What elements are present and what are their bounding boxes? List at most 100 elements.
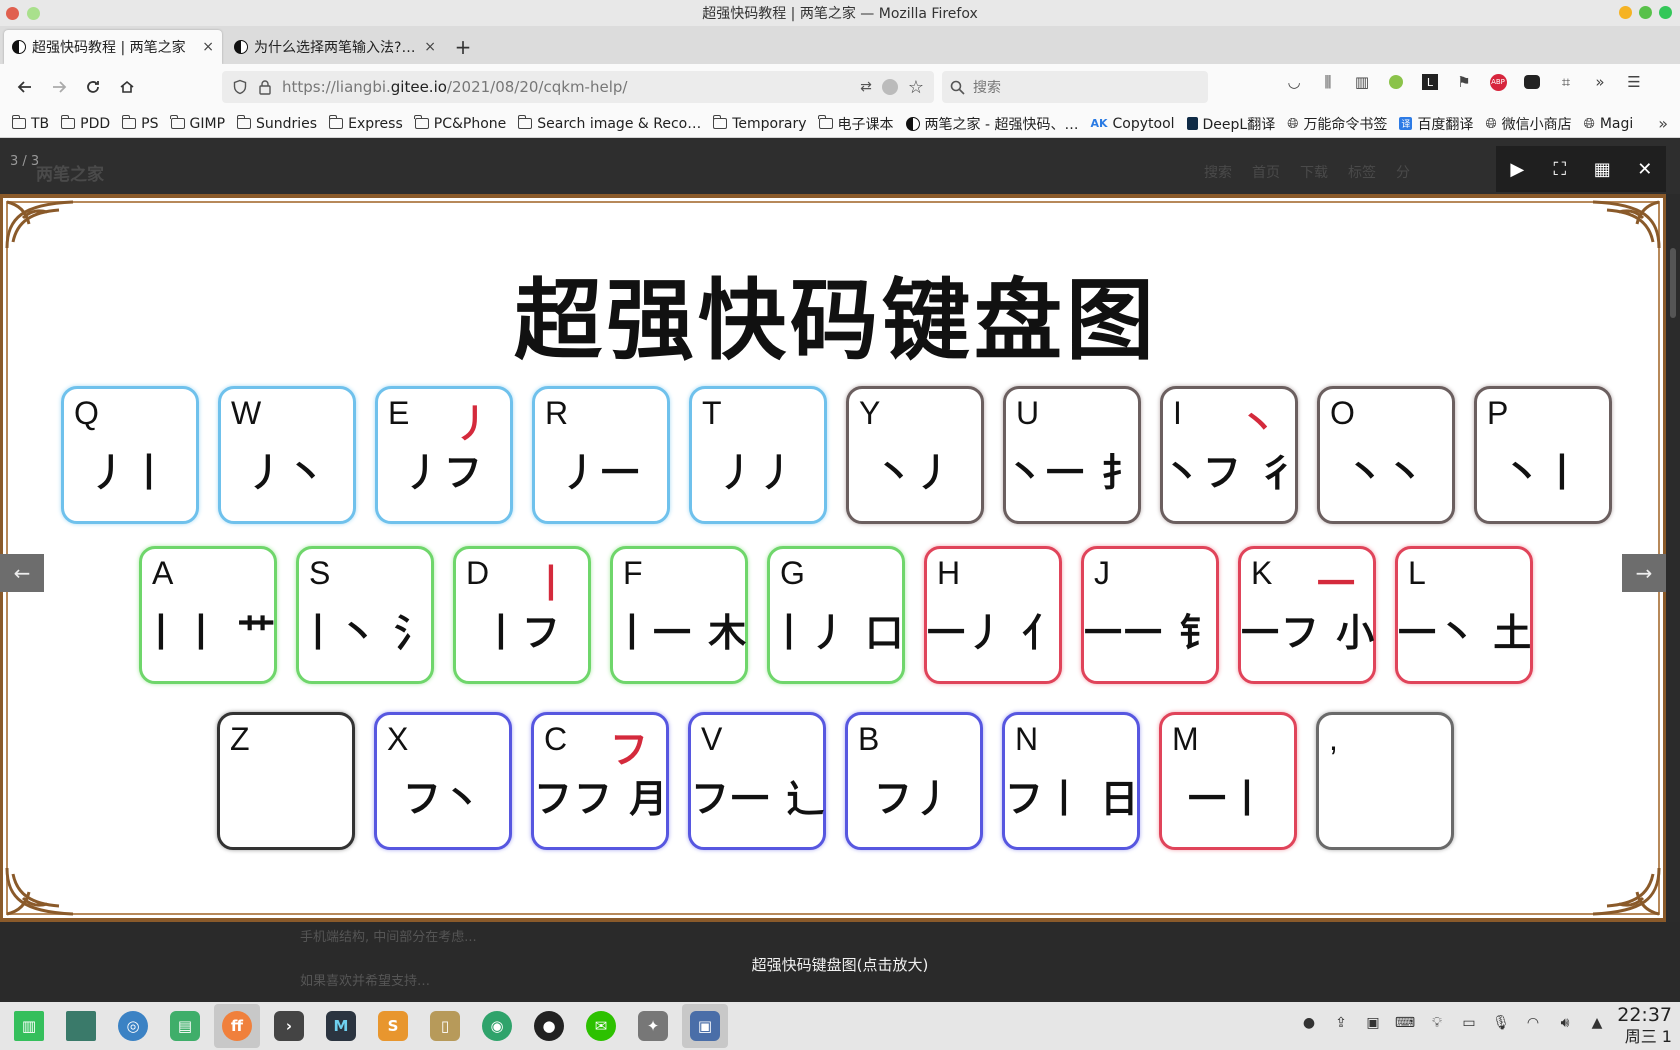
chromium-icon: ◎ [118, 1011, 148, 1041]
close-button[interactable] [1659, 6, 1672, 19]
extension-flag-icon[interactable]: ⚑ [1454, 72, 1474, 92]
key-letter: D [466, 555, 490, 591]
key-u: U 丶一 扌 [1003, 386, 1141, 524]
key-letter: Z [230, 721, 250, 757]
adblock-icon[interactable]: ABP [1488, 72, 1508, 92]
bookmarks-overflow-icon[interactable]: » [1658, 114, 1668, 133]
tray-expand-icon[interactable]: ▲ [1588, 1014, 1606, 1032]
bookmark-link[interactable]: 译百度翻译 [1399, 114, 1473, 134]
overflow-menu-icon[interactable]: » [1590, 72, 1610, 92]
pocket-icon[interactable]: ◡ [1284, 72, 1304, 92]
extension-mask-icon[interactable] [1522, 72, 1542, 92]
url-bar[interactable]: https://liangbi.gitee.io/2021/08/20/cqkm… [222, 71, 934, 103]
tab-why-liangbi[interactable]: 为什么选择两笔输入法? | 两 × [226, 30, 444, 64]
bookmark-link[interactable]: DeepL翻译 [1186, 114, 1275, 134]
thumbnails-grid-button[interactable]: ▦ [1587, 154, 1617, 184]
qq-tray-icon[interactable]: ● [1300, 1014, 1318, 1032]
bookmark-star-icon[interactable]: ☆ [908, 77, 924, 98]
taskbar-firefox[interactable]: ff [214, 1004, 260, 1048]
window-title: 超强快码教程 | 两笔之家 — Mozilla Firefox [702, 6, 978, 22]
microphone-icon[interactable]: 🎙︎ [1492, 1014, 1510, 1032]
taskbar-sublime[interactable]: S [370, 1004, 416, 1048]
taskbar-app-swirl[interactable]: ◉ [474, 1004, 520, 1048]
volume-icon[interactable]: 🔊︎ [1556, 1014, 1574, 1032]
next-image-button[interactable]: → [1622, 554, 1666, 592]
bookmark-folder[interactable]: TB [11, 115, 49, 132]
key-w: W 丿丶 [218, 386, 356, 524]
page-scrollbar[interactable] [1670, 248, 1676, 318]
reader-mode-icon[interactable] [881, 79, 898, 95]
bookmark-link[interactable]: 🌐︎ Magi [1584, 116, 1634, 132]
screen-tray-icon[interactable]: ▣ [1364, 1014, 1382, 1032]
taskbar-screenshot[interactable]: ▣ [682, 1004, 728, 1048]
battery-icon[interactable]: ▭ [1460, 1014, 1478, 1032]
sidebar-icon[interactable]: ▥ [1352, 72, 1372, 92]
bookmark-link[interactable]: 🌐︎ 微信小商店 [1485, 114, 1571, 134]
translate-icon[interactable]: ⇄ [860, 79, 872, 95]
reload-button[interactable] [76, 70, 110, 104]
fullscreen-button[interactable]: ⛶ [1545, 154, 1575, 184]
key-strokes: 丶丨 [1502, 451, 1583, 495]
taskbar-app-m[interactable]: M [318, 1004, 364, 1048]
tab-close-icon[interactable]: × [202, 39, 214, 55]
minimize-button[interactable] [1619, 6, 1632, 19]
bookmark-link[interactable]: 🌐︎ 万能命令书签 [1287, 114, 1387, 134]
key-k: K 一一フ 小 [1238, 546, 1376, 684]
key-strokes: 丶丿 [874, 451, 955, 495]
bookmark-folder[interactable]: PDD [60, 115, 110, 132]
bookmark-link[interactable]: 两笔之家 - 超强快码、… [905, 114, 1078, 134]
terminal-icon: › [274, 1011, 304, 1041]
lock-icon[interactable] [258, 79, 272, 95]
key-j: J 一一 钅 [1081, 546, 1219, 684]
bookmark-folder[interactable]: GIMP [170, 115, 225, 132]
home-button[interactable] [110, 70, 144, 104]
key-i: I 丶丶フ 彳 [1160, 386, 1298, 524]
window-menu-dots[interactable] [6, 7, 40, 20]
image-lightbox: 两笔之家 3 / 3 搜索 首页 下载 标签 分 ▶ ⛶ ▦ ✕ 超强快码键盘图 [0, 138, 1680, 1002]
key-letter: Q [74, 395, 99, 431]
maximize-button[interactable] [1639, 6, 1652, 19]
wifi-icon[interactable]: ◠ [1524, 1014, 1542, 1032]
window-close-dot[interactable] [6, 7, 19, 20]
bookmark-folder[interactable]: Search image & Reco… [517, 115, 701, 132]
taskbar-qq[interactable]: ● [526, 1004, 572, 1048]
window-pin-dot[interactable] [27, 7, 40, 20]
taskbar-app-bird[interactable]: ✦ [630, 1004, 676, 1048]
previous-image-button[interactable]: ← [0, 554, 44, 592]
forward-button[interactable] [42, 70, 76, 104]
taskbar-terminal[interactable]: › [266, 1004, 312, 1048]
slideshow-play-button[interactable]: ▶ [1502, 154, 1532, 184]
key-strokes: 丨一 木 [613, 611, 749, 655]
start-menu-button[interactable]: ▥ [6, 1004, 52, 1048]
shield-icon[interactable] [232, 79, 248, 95]
search-box[interactable]: 搜索 [942, 71, 1208, 103]
tab-cqkm-tutorial[interactable]: 超强快码教程 | 两笔之家 × [4, 30, 222, 64]
taskbar-chromium[interactable]: ◎ [110, 1004, 156, 1048]
update-tray-icon[interactable]: ⇪ [1332, 1014, 1350, 1032]
bookmark-folder[interactable]: 电子课本 [818, 114, 894, 134]
bookmark-link[interactable]: AK Copytool [1090, 116, 1174, 132]
close-lightbox-button[interactable]: ✕ [1630, 154, 1660, 184]
url-text[interactable]: https://liangbi.gitee.io/2021/08/20/cqkm… [282, 78, 850, 96]
taskbar-app-clipboard[interactable]: ▯ [422, 1004, 468, 1048]
keyboard-diagram-image[interactable]: 超强快码键盘图 Q 丿丨 W 丿丶 E 丿丿フ R 丿一 T 丿丿 Y 丶丿 U 丶一 扌 I 丶丶フ 彳O丶… [0, 194, 1666, 922]
bookmark-folder[interactable]: Sundries [236, 115, 317, 132]
bookmark-folder[interactable]: PC&Phone [414, 115, 506, 132]
system-clock[interactable]: 22:37 周三 1 [1617, 1004, 1672, 1048]
library-icon[interactable]: ⫼ [1318, 72, 1338, 92]
show-desktop-button[interactable] [58, 1004, 104, 1048]
taskbar-wechat[interactable]: ✉ [578, 1004, 624, 1048]
taskbar-files[interactable]: ▤ [162, 1004, 208, 1048]
crop-icon[interactable]: ⌗ [1556, 72, 1576, 92]
hamburger-menu-icon[interactable]: ☰ [1624, 72, 1644, 92]
back-button[interactable] [8, 70, 42, 104]
extension-green-icon[interactable] [1386, 72, 1406, 92]
extension-l-icon[interactable]: L [1420, 72, 1440, 92]
new-tab-button[interactable]: + [448, 30, 478, 64]
keyboard-tray-icon[interactable]: ⌨ [1395, 1014, 1415, 1032]
bulb-tray-icon[interactable]: 💡︎ [1428, 1014, 1446, 1032]
tab-close-icon[interactable]: × [424, 39, 436, 55]
bookmark-folder[interactable]: Express [328, 115, 403, 132]
bookmark-folder[interactable]: PS [121, 115, 159, 132]
bookmark-folder[interactable]: Temporary [712, 115, 807, 132]
